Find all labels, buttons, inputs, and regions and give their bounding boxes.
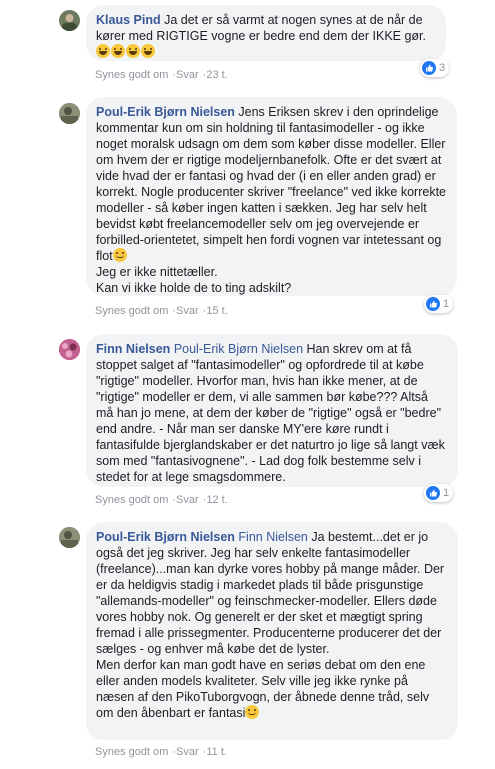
like-icon (422, 61, 436, 75)
like-link[interactable]: Synes godt om (95, 494, 168, 506)
comment-actions: Synes godt om ·Svar ·15 t. (95, 305, 228, 317)
comment-text-line: Kan vi ikke holde de to ting adskilt? (96, 281, 292, 295)
comment-bubble: Poul-Erik Bjørn Nielsen Finn Nielsen Ja … (86, 522, 458, 740)
timestamp[interactable]: 23 t. (206, 69, 227, 81)
emoji-smile-icon (245, 705, 260, 719)
reply-link[interactable]: Svar (176, 494, 199, 506)
avatar[interactable] (59, 10, 80, 31)
author-name[interactable]: Poul-Erik Bjørn Nielsen (96, 530, 235, 544)
like-link[interactable]: Synes godt om (95, 305, 168, 317)
comment-actions: Synes godt om ·Svar ·23 t. (95, 69, 228, 81)
comment-text-line: Men derfor kan man godt have en seriøs d… (96, 658, 430, 720)
comment-text: Jens Eriksen skrev i den oprindelige kom… (96, 105, 446, 263)
like-icon (426, 297, 440, 311)
author-name[interactable]: Finn Nielsen (96, 342, 170, 356)
author-name[interactable]: Poul-Erik Bjørn Nielsen (96, 105, 235, 119)
comment-text-line: Jeg er ikke nittetæller. (96, 265, 218, 279)
comment-bubble: Finn Nielsen Poul-Erik Bjørn Nielsen Han… (86, 334, 458, 487)
reaction-count[interactable]: 1 (424, 295, 454, 313)
mentioned-user[interactable]: Finn Nielsen (238, 530, 307, 544)
like-icon (426, 486, 440, 500)
reaction-count-label: 3 (439, 62, 446, 74)
avatar[interactable] (59, 527, 80, 548)
reaction-count[interactable]: 1 (424, 484, 454, 502)
like-link[interactable]: Synes godt om (95, 69, 168, 81)
timestamp[interactable]: 15 t. (206, 305, 227, 317)
comment-actions: Synes godt om ·Svar ·11 t. (95, 746, 227, 758)
timestamp[interactable]: 11 t. (206, 746, 227, 758)
reaction-count-label: 1 (443, 298, 450, 310)
reply-link[interactable]: Svar (176, 305, 199, 317)
reply-link[interactable]: Svar (176, 746, 199, 758)
comment-bubble: Poul-Erik Bjørn Nielsen Jens Eriksen skr… (86, 97, 457, 296)
comment-text: Han skrev om at få stoppet salget af "fa… (96, 342, 445, 484)
reply-link[interactable]: Svar (176, 69, 199, 81)
emoji-laughing-icon (96, 44, 156, 59)
reaction-count-label: 1 (443, 487, 450, 499)
comment-text: Ja bestemt...det er jo også det jeg skri… (96, 530, 445, 656)
like-link[interactable]: Synes godt om (95, 746, 168, 758)
comment-bubble: Klaus Pind Ja det er så varmt at nogen s… (86, 5, 446, 61)
avatar[interactable] (59, 103, 80, 124)
reaction-count[interactable]: 3 (420, 59, 450, 77)
avatar[interactable] (59, 339, 80, 360)
author-name[interactable]: Klaus Pind (96, 13, 161, 27)
emoji-smile-icon (112, 248, 127, 262)
mentioned-user[interactable]: Poul-Erik Bjørn Nielsen (174, 342, 303, 356)
timestamp[interactable]: 12 t. (206, 494, 227, 506)
comment-actions: Synes godt om ·Svar ·12 t. (95, 494, 228, 506)
